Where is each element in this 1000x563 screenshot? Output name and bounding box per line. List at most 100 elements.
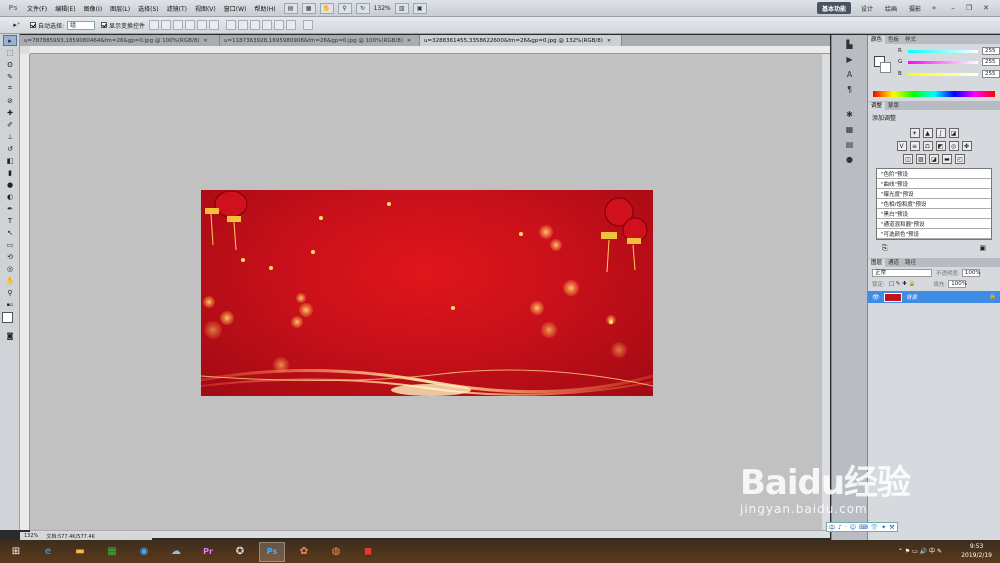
hue-saturation-icon[interactable]: ≡ <box>909 141 920 151</box>
tab-paths[interactable]: 路径 <box>902 259 919 267</box>
tab-color[interactable]: 颜色 <box>868 36 886 44</box>
more-workspaces-icon[interactable]: » <box>928 3 940 13</box>
ime-punct-icon[interactable]: · <box>845 524 847 531</box>
auto-align-icon[interactable] <box>303 20 314 30</box>
close-tab-icon[interactable]: ✕ <box>203 38 207 44</box>
tab-masks[interactable]: 蒙版 <box>885 102 902 110</box>
history-icon[interactable]: ▙ <box>844 39 856 50</box>
game-icon[interactable]: ◼ <box>355 542 381 562</box>
ime-emoji-icon[interactable]: ☺ <box>850 524 856 531</box>
vibrance-icon[interactable]: V <box>896 141 907 151</box>
doc-tab-2[interactable]: u=1187363928,1695980908&fm=26&gp=0.jpg @… <box>220 35 420 46</box>
gradient-map-icon[interactable]: ▬ <box>942 154 952 164</box>
baidu-netdisk-icon[interactable]: ☁ <box>163 542 189 562</box>
preset-item[interactable]: "黑白"预设 <box>877 209 991 219</box>
pen-tool-icon[interactable]: ✒ <box>3 203 17 214</box>
ime-mode[interactable]: 中 <box>829 523 835 532</box>
quick-select-tool-icon[interactable]: ✎ <box>3 71 17 82</box>
doc-tab-1[interactable]: u=787885993,1859080464&fm=26&gp=0.jpg @ … <box>20 35 220 46</box>
exposure-icon[interactable]: ◪ <box>948 128 959 138</box>
browser-icon[interactable]: ◉ <box>131 542 157 562</box>
menu-help[interactable]: 帮助(H) <box>250 4 279 13</box>
history-brush-tool-icon[interactable]: ↺ <box>3 143 17 154</box>
move-tool-preset-icon[interactable]: ▸⁺ <box>8 20 26 31</box>
levels-icon[interactable]: ▲ <box>922 128 933 138</box>
app-icon[interactable]: ✪ <box>227 542 253 562</box>
marquee-tool-icon[interactable]: ⬚ <box>3 47 17 58</box>
show-transform-checkbox[interactable] <box>101 22 108 28</box>
blend-mode-select[interactable]: 正常 <box>872 268 932 277</box>
menu-select[interactable]: 选择(S) <box>134 4 163 13</box>
lasso-tool-icon[interactable]: ʘ <box>3 59 17 70</box>
status-zoom[interactable]: 132% <box>24 533 38 539</box>
minimize-icon[interactable]: – <box>947 3 959 13</box>
menu-file[interactable]: 文件(F) <box>23 4 51 13</box>
gradient-tool-icon[interactable]: ▮ <box>3 167 17 178</box>
tab-swatches[interactable]: 色板 <box>885 36 902 44</box>
lock-icons[interactable]: □ ✎ ✚ 🔒 <box>889 281 916 287</box>
menu-layer[interactable]: 图层(L) <box>106 4 134 13</box>
align-right-icon[interactable] <box>209 20 220 30</box>
eyedropper-tool-icon[interactable]: ⊘ <box>3 95 17 106</box>
preset-item[interactable]: "色相/饱和度"预设 <box>877 199 991 209</box>
black-white-icon[interactable]: ◩ <box>935 141 946 151</box>
eraser-tool-icon[interactable]: ◧ <box>3 155 17 166</box>
navigator-icon[interactable]: ▤ <box>844 139 856 150</box>
menu-view[interactable]: 视图(V) <box>191 4 220 13</box>
r-slider[interactable] <box>908 49 978 53</box>
r-value[interactable]: 255 <box>982 47 1000 55</box>
document-image[interactable] <box>201 190 653 396</box>
zoom-level[interactable]: 132% <box>374 5 391 12</box>
b-value[interactable]: 255 <box>982 70 1000 78</box>
close-icon[interactable]: ✕ <box>980 3 992 13</box>
fill-value[interactable]: 100% <box>948 279 967 288</box>
close-tab-icon[interactable]: ✕ <box>407 38 411 44</box>
horizontal-ruler[interactable] <box>30 46 830 54</box>
brightness-contrast-icon[interactable]: ☀ <box>909 128 920 138</box>
distribute-top-icon[interactable] <box>226 20 237 30</box>
invert-icon[interactable]: ◫ <box>903 154 913 164</box>
explorer-icon[interactable]: ▬ <box>67 542 93 562</box>
clone-source-icon[interactable]: ▦ <box>844 124 856 135</box>
clock[interactable]: 9:53 2019/2/19 <box>961 542 992 560</box>
color-balance-icon[interactable]: ⚖ <box>922 141 933 151</box>
system-tray[interactable]: ⌃ ⚑ ▭ 🔊 中 ✎ <box>898 546 942 555</box>
distribute-hcenter-icon[interactable] <box>274 20 285 30</box>
foreground-color[interactable] <box>2 312 13 323</box>
posterize-icon[interactable]: ▨ <box>916 154 926 164</box>
workspace-essentials[interactable]: 基本功能 <box>817 2 852 14</box>
paint-icon[interactable]: ✿ <box>291 542 317 562</box>
clone-stamp-tool-icon[interactable]: ⊥ <box>3 131 17 142</box>
premiere-icon[interactable]: Pr <box>195 542 221 562</box>
b-slider[interactable] <box>908 72 978 76</box>
adjust-mask-icon[interactable]: ▣ <box>979 244 986 256</box>
preset-item[interactable]: "可选颜色"预设 <box>877 229 991 239</box>
align-vcenter-icon[interactable] <box>161 20 172 30</box>
menu-window[interactable]: 窗口(W) <box>220 4 251 13</box>
auto-select-dropdown[interactable]: 组 <box>67 20 96 30</box>
path-select-tool-icon[interactable]: ↖ <box>3 227 17 238</box>
3d-rotate-tool-icon[interactable]: ⟲ <box>3 251 17 262</box>
ime-toolbar[interactable]: 中 ♪ · ☺ ⌨ 👕 ✦ ⚒ <box>826 522 898 532</box>
curves-icon[interactable]: ∫ <box>935 128 946 138</box>
brush-tool-icon[interactable]: ✐ <box>3 119 17 130</box>
character-icon[interactable]: A <box>844 69 856 80</box>
color-swatches[interactable] <box>1 311 19 329</box>
blur-tool-icon[interactable]: ● <box>3 179 17 190</box>
rotate-view-icon[interactable]: ↻ <box>355 2 370 14</box>
preset-item[interactable]: "曝光度"预设 <box>877 189 991 199</box>
photoshop-taskbar-icon[interactable]: Ps <box>259 541 285 562</box>
quick-mask-icon[interactable]: ◙ <box>3 330 17 341</box>
align-left-icon[interactable] <box>185 20 196 30</box>
menu-edit[interactable]: 编辑(E) <box>51 4 79 13</box>
weibo-icon[interactable]: ◍ <box>323 542 349 562</box>
ie-icon[interactable]: e <box>35 542 61 562</box>
ime-music-icon[interactable]: ♪ <box>838 524 842 531</box>
align-hcenter-icon[interactable] <box>197 20 208 30</box>
default-colors-icon[interactable]: ▪▫ <box>3 299 17 310</box>
arrange-docs-icon[interactable]: ▥ <box>394 2 409 14</box>
doc-tab-3[interactable]: u=3288361455,3358622600&fm=26&gp=0.jpg @… <box>420 35 622 46</box>
distribute-bottom-icon[interactable] <box>250 20 261 30</box>
minibridge-icon[interactable]: ▦ <box>301 2 316 14</box>
vertical-ruler[interactable] <box>20 54 30 530</box>
